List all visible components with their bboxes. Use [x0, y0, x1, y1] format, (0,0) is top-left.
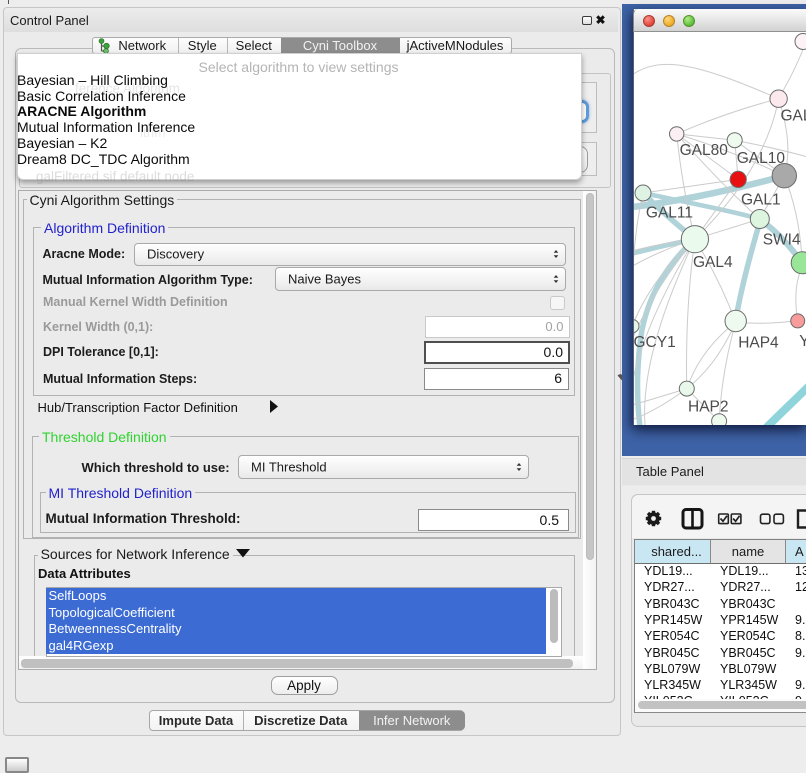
svg-text:GCY1: GCY1 [634, 334, 676, 351]
svg-text:Y: Y [799, 333, 806, 350]
svg-text:GAL4: GAL4 [693, 254, 733, 271]
svg-text:GAL80: GAL80 [680, 142, 729, 159]
svg-text:HAP4: HAP4 [738, 334, 779, 351]
svg-text:GAL1: GAL1 [741, 191, 781, 208]
svg-text:GAL11: GAL11 [646, 204, 693, 221]
svg-text:GAL: GAL [781, 108, 806, 125]
svg-text:HAP2: HAP2 [688, 399, 729, 416]
svg-text:GAL10: GAL10 [737, 150, 786, 167]
svg-text:SWI4: SWI4 [763, 232, 801, 249]
